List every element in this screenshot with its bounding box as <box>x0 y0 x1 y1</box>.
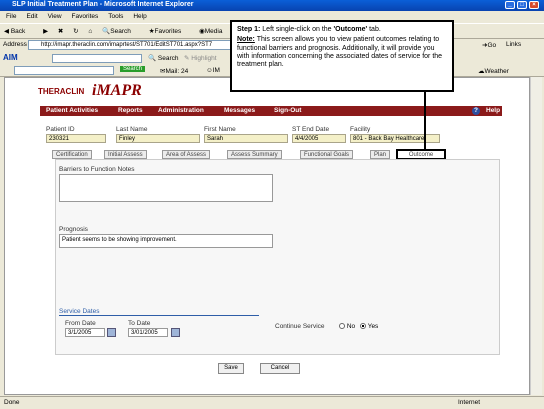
callout-pointer <box>424 92 426 149</box>
